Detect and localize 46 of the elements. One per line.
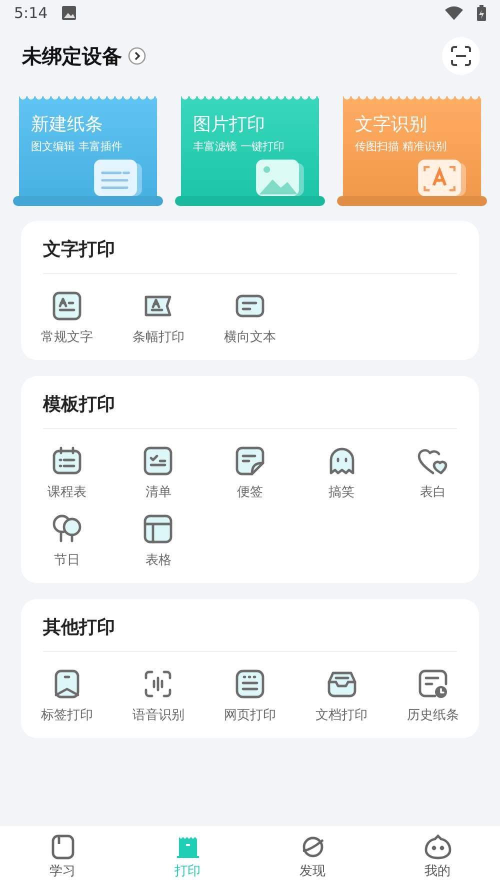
print-option[interactable]: 清单 <box>142 445 174 501</box>
webpage-icon <box>234 668 266 700</box>
section-title: 其他打印 <box>43 599 457 652</box>
wifi-icon <box>445 6 463 20</box>
history-clock-icon <box>417 668 450 700</box>
print-option[interactable]: 标签打印 <box>40 668 93 724</box>
feature-subtitle: 图文编辑 丰富插件 <box>31 139 124 154</box>
balloons-icon <box>50 513 83 545</box>
status-time: 5:14 <box>14 4 48 22</box>
print-option[interactable]: 常规文字 <box>40 290 93 346</box>
scan-icon <box>450 45 472 67</box>
printer-receipt-icon <box>174 834 200 860</box>
table-icon <box>142 513 174 545</box>
section-title: 模板打印 <box>43 376 457 429</box>
feature-subtitle: 丰富滤镜 一键打印 <box>193 139 286 154</box>
notebook-icon <box>50 834 76 860</box>
device-title[interactable]: 未绑定设备 <box>22 42 122 70</box>
print-option[interactable]: 历史纸条 <box>407 668 460 724</box>
print-option[interactable]: 搞笑 <box>326 445 358 501</box>
print-option[interactable]: 课程表 <box>47 445 86 501</box>
feature-title: 图片打印 <box>193 113 266 136</box>
feature-title: 新建纸条 <box>31 113 104 136</box>
image-icon <box>62 6 76 20</box>
print-option[interactable]: 条幅打印 <box>132 290 184 346</box>
feature-subtitle: 传图扫描 精准识别 <box>355 139 448 154</box>
print-option[interactable]: 语音识别 <box>132 668 184 724</box>
print-option[interactable]: 表格 <box>142 513 174 569</box>
nav-tab[interactable]: 学习 <box>0 826 125 888</box>
battery-icon <box>477 5 486 21</box>
chevron-right-icon[interactable] <box>128 47 146 65</box>
nav-tab[interactable]: 发现 <box>250 826 375 888</box>
text-icon <box>50 290 83 322</box>
print-option[interactable]: 便签 <box>234 445 266 501</box>
print-option[interactable]: 表白 <box>417 445 450 501</box>
nav-tab[interactable]: 我的 <box>375 826 500 888</box>
print-option[interactable]: 节日 <box>50 513 83 569</box>
scan-button[interactable] <box>442 37 480 75</box>
checklist-icon <box>142 445 174 477</box>
print-option[interactable]: 横向文本 <box>224 290 276 346</box>
note-icon <box>234 445 266 477</box>
feature-title: 文字识别 <box>355 113 428 136</box>
print-option[interactable]: 网页打印 <box>224 668 276 724</box>
chick-icon <box>424 834 452 860</box>
print-option[interactable]: 文档打印 <box>316 668 368 724</box>
section-title: 文字打印 <box>43 221 457 274</box>
calendar-icon <box>50 445 83 477</box>
